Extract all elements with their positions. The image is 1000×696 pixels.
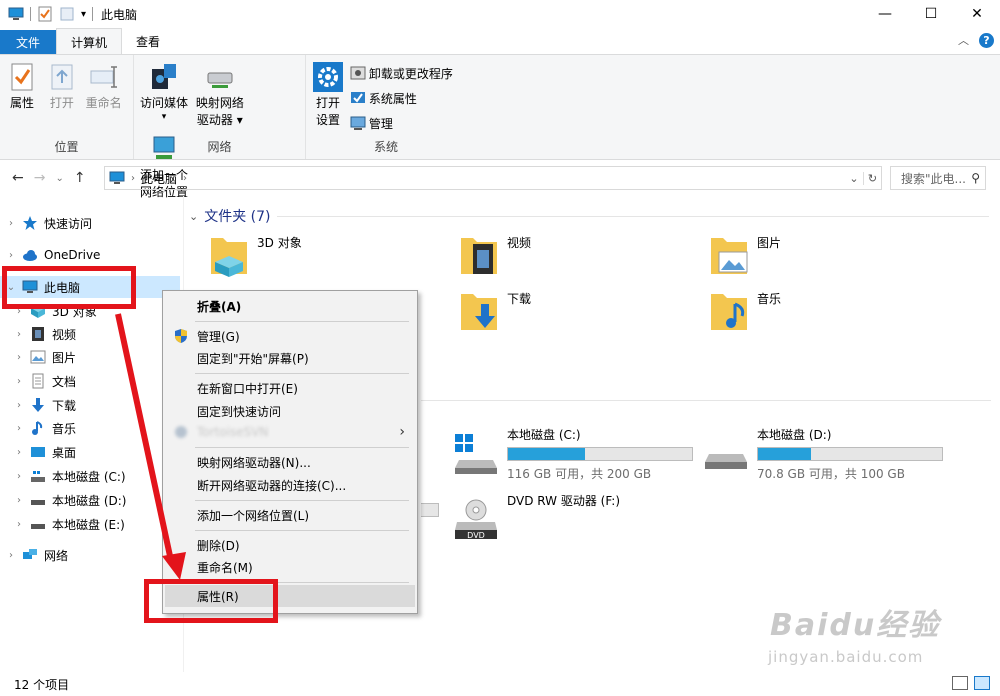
large-icons-view-icon[interactable] [974, 676, 990, 690]
details-view-icon[interactable] [952, 676, 968, 690]
annotation-arrow-icon [115, 313, 186, 580]
status-bar: 12 个项目 [0, 672, 1000, 696]
item-count: 12 个项目 [14, 677, 70, 692]
watermark-logo: Baidu经验 [770, 608, 941, 643]
watermark-url: jingyan.baidu.com [768, 648, 924, 666]
